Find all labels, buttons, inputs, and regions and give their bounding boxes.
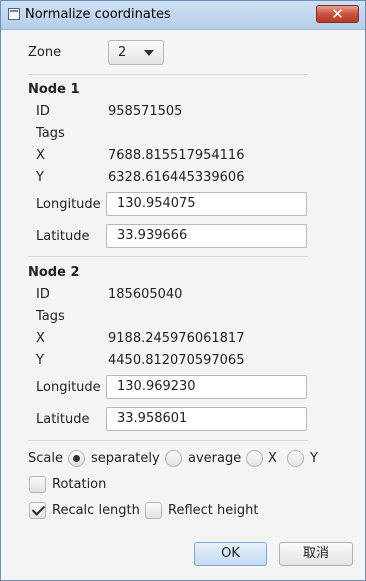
chevron-down-icon	[144, 50, 154, 56]
zone-select[interactable]: 2	[108, 40, 164, 65]
dialog-window: Normalize coordinates ✕ Zone 2 Node 1 ID…	[0, 0, 366, 581]
recalc-length-label[interactable]: Recalc length	[52, 503, 140, 518]
node1-y-label: Y	[36, 170, 44, 185]
scale-x-label[interactable]: X	[268, 451, 277, 466]
scale-y-radio[interactable]	[287, 450, 304, 467]
node1-tags-label: Tags	[36, 126, 65, 141]
scale-separately-radio[interactable]	[68, 450, 85, 467]
node2-x-value: 9188.245976061817	[108, 331, 245, 346]
node1-y-value: 6328.616445339606	[108, 170, 245, 185]
zone-label: Zone	[28, 45, 62, 60]
node2-id-value: 185605040	[108, 287, 183, 302]
node2-y-value: 4450.812070597065	[108, 353, 245, 368]
reflect-height-label[interactable]: Reflect height	[168, 503, 258, 518]
scale-label: Scale	[28, 451, 63, 466]
node2-id-label: ID	[36, 287, 50, 302]
scale-average-radio[interactable]	[165, 450, 182, 467]
node2-heading: Node 2	[28, 265, 80, 280]
window-title: Normalize coordinates	[25, 7, 171, 22]
rotation-label[interactable]: Rotation	[52, 477, 106, 492]
title-bar[interactable]: Normalize coordinates ✕	[1, 1, 365, 30]
scale-y-label[interactable]: Y	[310, 451, 318, 466]
rotation-checkbox[interactable]	[29, 476, 46, 493]
node2-tags-label: Tags	[36, 309, 65, 324]
recalc-length-checkbox[interactable]	[29, 502, 46, 519]
close-icon: ✕	[331, 5, 344, 23]
node2-x-label: X	[36, 331, 45, 346]
node1-longitude-label: Longitude	[36, 197, 101, 212]
node1-latitude-field[interactable]: 33.939666	[106, 224, 307, 248]
scale-average-label[interactable]: average	[188, 451, 241, 466]
ok-button[interactable]: OK	[194, 542, 267, 566]
node1-x-label: X	[36, 148, 45, 163]
separator	[28, 256, 308, 257]
node1-latitude-label: Latitude	[36, 229, 90, 244]
zone-value: 2	[118, 45, 127, 60]
separator	[28, 440, 308, 441]
scale-separately-label[interactable]: separately	[91, 451, 160, 466]
node2-latitude-field[interactable]: 33.958601	[106, 407, 307, 431]
node2-longitude-field[interactable]: 130.969230	[106, 375, 307, 399]
node1-x-value: 7688.815517954116	[108, 148, 245, 163]
node1-id-value: 958571505	[108, 104, 183, 119]
node1-id-label: ID	[36, 104, 50, 119]
separator	[28, 74, 308, 75]
node2-longitude-label: Longitude	[36, 380, 101, 395]
dialog-content: Zone 2 Node 1 ID 958571505 Tags X 7688.8…	[1, 30, 365, 580]
reflect-height-checkbox[interactable]	[145, 502, 162, 519]
window-icon	[8, 8, 20, 20]
node1-longitude-field[interactable]: 130.954075	[106, 192, 307, 216]
node1-heading: Node 1	[28, 82, 80, 97]
node2-latitude-label: Latitude	[36, 412, 90, 427]
node2-y-label: Y	[36, 353, 44, 368]
cancel-button[interactable]: 取消	[279, 542, 353, 566]
close-button[interactable]: ✕	[316, 5, 359, 23]
scale-x-radio[interactable]	[246, 450, 263, 467]
